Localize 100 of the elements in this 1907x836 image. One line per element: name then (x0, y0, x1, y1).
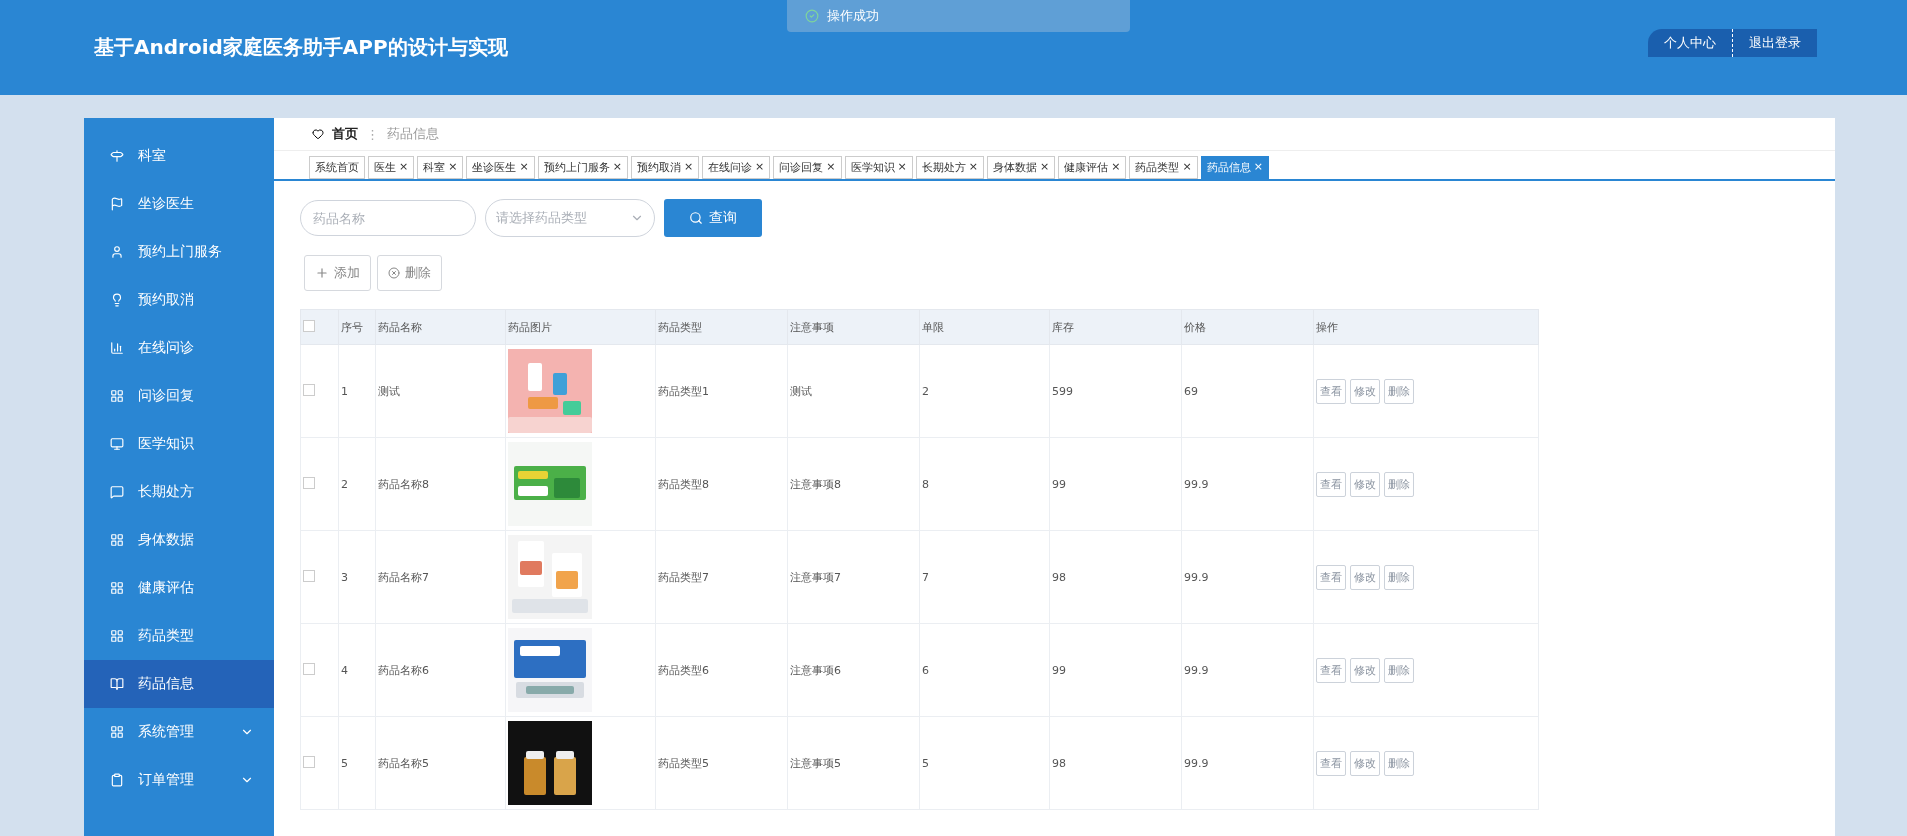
table-cell: 药品名称8 (375, 437, 506, 531)
table-cell: 药品名称7 (375, 530, 506, 624)
breadcrumb-home[interactable]: 首页 (332, 125, 358, 143)
sidebar-item[interactable]: 坐诊医生 (84, 180, 274, 228)
tab[interactable]: 预约上门服务 × (537, 156, 628, 179)
clipboard-icon (110, 773, 124, 787)
close-icon[interactable]: × (448, 160, 458, 175)
sidebar-item[interactable]: 预约取消 (84, 276, 274, 324)
close-icon[interactable]: × (755, 160, 765, 175)
row-action-button[interactable]: 查看 (1316, 378, 1346, 404)
row-action-button[interactable]: 删除 (1384, 657, 1414, 683)
row-action-button[interactable]: 查看 (1316, 564, 1346, 590)
sidebar-item[interactable]: 身体数据 (84, 516, 274, 564)
table-cell: 注意事项5 (787, 716, 920, 810)
sidebar-item[interactable]: 药品类型 (84, 612, 274, 660)
column-header: 药品图片 (505, 309, 656, 345)
checkbox[interactable] (303, 755, 315, 768)
tab[interactable]: 医生 × (368, 156, 415, 179)
row-action-button[interactable]: 修改 (1350, 378, 1380, 404)
tab[interactable]: 身体数据 × (986, 156, 1056, 179)
close-icon[interactable]: × (683, 160, 694, 175)
header-button[interactable]: 退出登录 (1732, 28, 1817, 57)
checkbox[interactable] (303, 383, 315, 396)
tab[interactable]: 药品信息 × (1200, 156, 1269, 179)
toast-text: 操作成功 (827, 7, 879, 25)
lightbulb-icon (110, 293, 124, 307)
sidebar-item[interactable]: 系统管理 (84, 708, 274, 756)
table-cell: 5 (338, 716, 376, 810)
close-icon[interactable]: × (897, 160, 907, 175)
row-action-button[interactable]: 查看 (1316, 471, 1346, 497)
table-cell: 8 (919, 437, 1050, 531)
sidebar-item[interactable]: 在线问诊 (84, 324, 274, 372)
grid-icon (110, 533, 124, 547)
search-button[interactable]: 查询 (664, 199, 762, 237)
row-action-button[interactable]: 修改 (1350, 657, 1380, 683)
table-cell: 99.9 (1181, 530, 1314, 624)
tab[interactable]: 问诊回复 × (773, 156, 842, 179)
breadcrumb-separator: ⋮ (366, 126, 379, 142)
close-icon[interactable]: × (1111, 160, 1121, 175)
close-icon[interactable]: × (826, 160, 836, 175)
table-cell: 7 (919, 530, 1050, 624)
header-button[interactable]: 个人中心 (1648, 28, 1732, 57)
checkbox[interactable] (303, 662, 315, 675)
search-icon (689, 211, 703, 225)
sidebar-item[interactable]: 科室 (84, 132, 274, 180)
table-cell: 测试 (375, 344, 506, 438)
tab[interactable]: 长期处方 × (915, 156, 984, 179)
add-button[interactable]: 添加 (304, 255, 371, 291)
row-action-button[interactable]: 修改 (1350, 471, 1380, 497)
row-action-button[interactable]: 删除 (1384, 750, 1414, 776)
checkbox[interactable] (303, 319, 315, 332)
close-icon[interactable]: × (1182, 160, 1192, 175)
close-icon[interactable]: × (968, 160, 978, 175)
flag-icon (110, 197, 124, 211)
table-cell: 药品名称6 (375, 623, 506, 717)
table-cell: 注意事项8 (787, 437, 920, 531)
close-icon[interactable]: × (519, 160, 529, 175)
table-cell: 3 (338, 530, 376, 624)
table-cell: 599 (1049, 344, 1182, 438)
tab[interactable]: 药品类型 × (1129, 156, 1198, 179)
row-action-button[interactable]: 删除 (1384, 471, 1414, 497)
close-icon[interactable]: × (612, 160, 622, 175)
sidebar-item[interactable]: 健康评估 (84, 564, 274, 612)
sidebar-item[interactable]: 医学知识 (84, 420, 274, 468)
sidebar-item[interactable]: 预约上门服务 (84, 228, 274, 276)
sidebar-item[interactable]: 长期处方 (84, 468, 274, 516)
row-action-button[interactable]: 查看 (1316, 657, 1346, 683)
table-cell: 药品类型1 (655, 344, 788, 438)
grid-icon (110, 581, 124, 595)
close-icon[interactable]: × (1253, 160, 1263, 175)
tab[interactable]: 预约取消 × (630, 156, 700, 179)
tab[interactable]: 系统首页 (309, 156, 365, 179)
row-action-button[interactable]: 删除 (1384, 564, 1414, 590)
column-header: 操作 (1313, 309, 1539, 345)
tab[interactable]: 坐诊医生 × (466, 156, 535, 179)
sidebar-item[interactable]: 订单管理 (84, 756, 274, 804)
row-action-button[interactable]: 修改 (1350, 564, 1380, 590)
row-action-button[interactable]: 查看 (1316, 750, 1346, 776)
app-title: 基于Android家庭医务助手APP的设计与实现 (94, 34, 509, 61)
close-icon[interactable]: × (399, 160, 409, 175)
column-header: 药品名称 (375, 309, 506, 345)
tab[interactable]: 在线问诊 × (702, 156, 771, 179)
sidebar-item[interactable]: 问诊回复 (84, 372, 274, 420)
row-action-button[interactable]: 修改 (1350, 750, 1380, 776)
tab[interactable]: 医学知识 × (844, 156, 913, 179)
row-action-button[interactable]: 删除 (1384, 378, 1414, 404)
checkbox[interactable] (303, 569, 315, 582)
x-circle-icon (388, 267, 400, 279)
delete-button[interactable]: 删除 (377, 255, 442, 291)
table-cell: 1 (338, 344, 376, 438)
tab[interactable]: 科室 × (417, 156, 464, 179)
checkbox[interactable] (303, 476, 315, 489)
table-cell: 2 (919, 344, 1050, 438)
tab[interactable]: 健康评估 × (1058, 156, 1127, 179)
grid-icon (110, 389, 124, 403)
sidebar-item[interactable]: 药品信息 (84, 660, 274, 708)
close-icon[interactable]: × (1039, 160, 1050, 175)
breadcrumb-current: 药品信息 (387, 125, 439, 143)
table-cell: 注意事项7 (787, 530, 920, 624)
search-field[interactable]: 药品名称 (300, 200, 476, 236)
